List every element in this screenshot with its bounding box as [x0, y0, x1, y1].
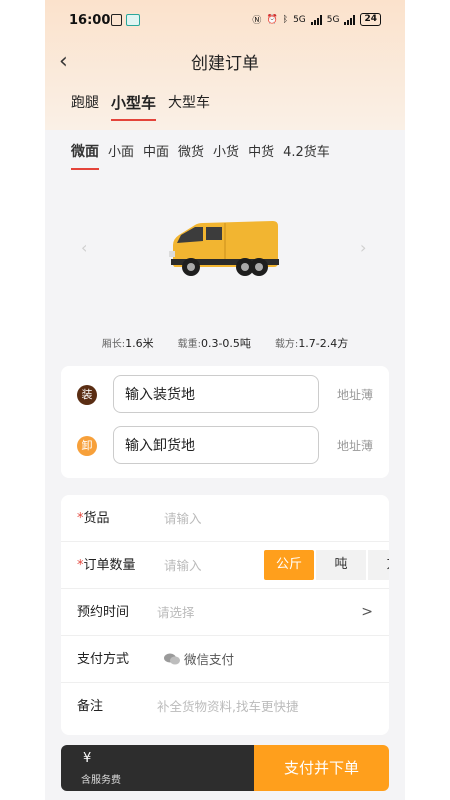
alarm-icon: ⏰ [266, 14, 278, 25]
network-type: 5G [293, 14, 306, 25]
spec-length-value: 1.6米 [125, 337, 154, 350]
spec-volume: 载方:1.7-2.4方 [275, 335, 348, 351]
tab-errand[interactable]: 跑腿 [71, 92, 99, 113]
address-card: 装 输入装货地 地址薄 卸 输入卸货地 地址薄 [61, 366, 389, 478]
signal-icon [310, 14, 322, 25]
note-label: 备注 [77, 699, 104, 714]
payment-row[interactable]: 支付方式 微信支付 [61, 636, 389, 683]
app-screen: 16:00 Ⓝ ⏰ ᛒ 5G 5G 24 ‹ 创建订单 跑腿 小型车 大型车 微… [45, 0, 405, 800]
load-badge: 装 [77, 385, 97, 405]
vehicle-tab-micro-truck[interactable]: 微货 [178, 141, 204, 161]
van-image [169, 221, 279, 276]
load-address-book-link[interactable]: 地址薄 [337, 375, 373, 415]
service-fee-note: 含服务费 [81, 775, 121, 786]
vehicle-type-tabs: 微面 小面 中面 微货 小货 中货 4.2货车 [71, 141, 330, 170]
tab-small-vehicle[interactable]: 小型车 [111, 92, 157, 121]
time-row[interactable]: 预约时间 请选择 > [61, 589, 389, 636]
payment-method[interactable]: 微信支付 [164, 636, 234, 683]
notification-icons [111, 14, 140, 26]
spec-volume-value: 1.7-2.4方 [298, 337, 349, 350]
goods-input[interactable]: 请输入 [164, 495, 202, 542]
page-title: 创建订单 [191, 54, 259, 74]
tab-large-vehicle[interactable]: 大型车 [168, 92, 210, 113]
vehicle-tab-micro-van[interactable]: 微面 [71, 141, 99, 170]
unload-badge: 卸 [77, 436, 97, 456]
unit-selector: 公斤 吨 方 [264, 550, 389, 580]
network-type-2: 5G [326, 14, 340, 25]
vehicle-tab-medium-van[interactable]: 中面 [143, 141, 169, 161]
unload-address-book-link[interactable]: 地址薄 [337, 426, 373, 466]
goods-label: *货品 [77, 495, 110, 542]
unit-ton-button[interactable]: 吨 [316, 550, 366, 580]
status-indicators: Ⓝ ⏰ ᛒ 5G 5G 24 [252, 13, 381, 26]
unit-cubic-button[interactable]: 方 [368, 550, 389, 580]
pay-and-order-button[interactable]: 支付并下单 [254, 745, 389, 791]
spec-weight-value: 0.3-0.5吨 [200, 337, 251, 350]
spec-length-label: 厢长: [101, 339, 126, 350]
quantity-input[interactable]: 请输入 [164, 542, 202, 589]
quantity-row: *订单数量 请输入 公斤 吨 方 [61, 542, 389, 589]
spec-weight: 载重:0.3-0.5吨 [178, 335, 251, 351]
price-panel: ¥ 含服务费 [61, 745, 254, 791]
vehicle-tab-medium-truck[interactable]: 中货 [248, 141, 274, 161]
unload-address-input[interactable]: 输入卸货地 [113, 426, 319, 464]
chevron-right-icon: > [361, 604, 373, 620]
payment-method-text: 微信支付 [184, 652, 235, 667]
wechat-icon [164, 653, 180, 665]
vehicle-tab-small-van[interactable]: 小面 [108, 141, 134, 161]
load-address-input[interactable]: 输入装货地 [113, 375, 319, 413]
quantity-label-text: 订单数量 [83, 558, 136, 573]
time-label: 预约时间 [77, 605, 130, 620]
spec-length: 厢长:1.6米 [102, 335, 154, 351]
note-input[interactable]: 补全货物资料,找车更快捷 [157, 683, 298, 730]
bottom-bar: ¥ 含服务费 支付并下单 [61, 745, 389, 791]
payment-label: 支付方式 [77, 652, 130, 667]
bluetooth-icon: ᛒ [282, 14, 289, 25]
unit-kg-button[interactable]: 公斤 [264, 550, 314, 580]
notification-icon [111, 14, 122, 26]
status-time: 16:00 [69, 13, 111, 28]
unload-address-row: 卸 输入卸货地 地址薄 [61, 426, 389, 466]
carousel-next-icon[interactable]: › [360, 238, 366, 257]
price-amount: ¥ [83, 751, 92, 766]
vehicle-tab-4-2-truck[interactable]: 4.2货车 [283, 141, 330, 161]
status-bar: 16:00 Ⓝ ⏰ ᛒ 5G 5G 24 [45, 0, 405, 40]
vehicle-tab-small-truck[interactable]: 小货 [213, 141, 239, 161]
load-address-row: 装 输入装货地 地址薄 [61, 375, 389, 415]
note-row: 备注 补全货物资料,找车更快捷 [61, 683, 389, 730]
signal-icon-2 [344, 14, 356, 25]
nfc-icon: Ⓝ [252, 16, 262, 26]
spec-weight-label: 载重: [177, 339, 201, 350]
battery-icon: 24 [360, 13, 381, 26]
category-tabs: 跑腿 小型车 大型车 [71, 92, 210, 121]
spec-volume-label: 载方: [274, 339, 299, 350]
goods-row: *货品 请输入 [61, 495, 389, 542]
time-picker[interactable]: 请选择 [157, 589, 195, 636]
carousel-prev-icon[interactable]: ‹ [81, 238, 87, 257]
quantity-label: *订单数量 [77, 542, 136, 589]
order-form: *货品 请输入 *订单数量 请输入 公斤 吨 方 预约时间 请选择 > 支付方式… [61, 495, 389, 735]
goods-label-text: 货品 [83, 511, 110, 526]
vehicle-specs: 厢长:1.6米 载重:0.3-0.5吨 载方:1.7-2.4方 [45, 335, 405, 351]
app-notification-icon [126, 14, 140, 26]
